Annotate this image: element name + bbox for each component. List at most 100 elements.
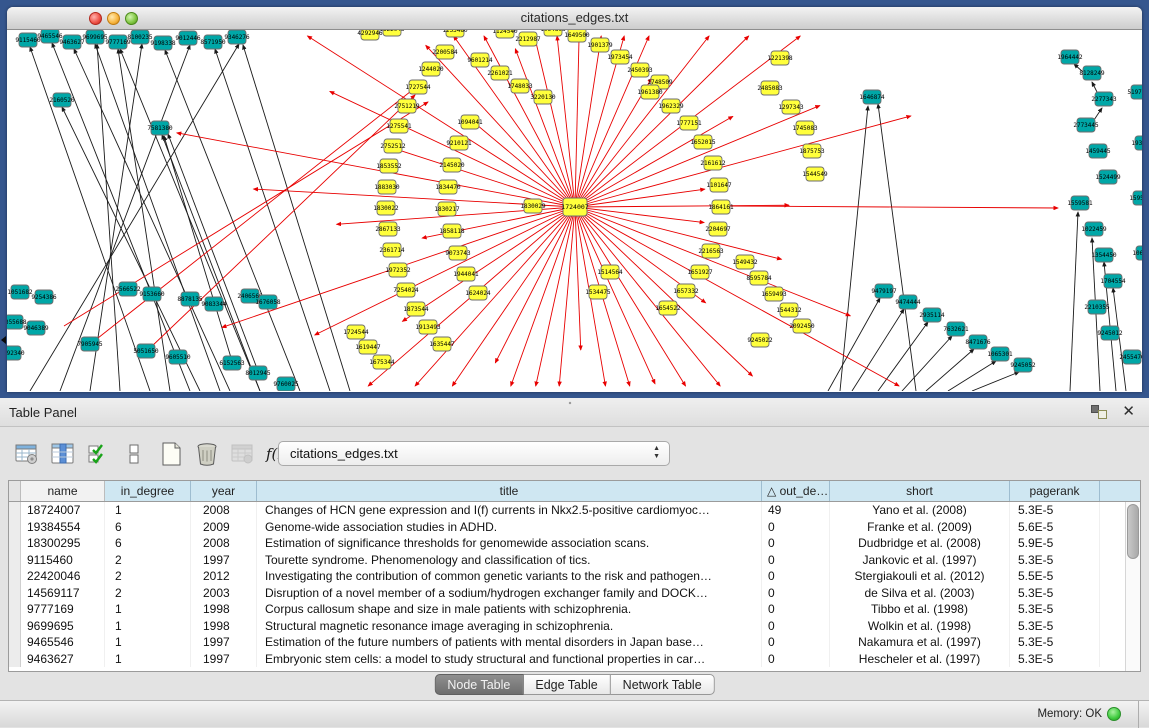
cell[interactable]: Franke et al. (2009) [830,519,1010,536]
cell[interactable]: 2003 [191,585,257,602]
graph-edge[interactable] [1070,212,1078,391]
cell[interactable]: 5.6E-5 [1010,519,1100,536]
graph-edge[interactable] [972,372,1019,391]
cell[interactable]: 1 [105,601,191,618]
cell[interactable]: 2009 [191,519,257,536]
graph-edge[interactable] [95,44,220,391]
float-window-icon[interactable] [1091,405,1107,419]
graph-edge[interactable] [828,298,880,391]
graph-edge[interactable] [575,36,579,207]
graph-edge[interactable] [534,36,575,207]
cell[interactable]: 9465546 [21,634,105,651]
cell[interactable]: de Silva et al. (2003) [830,585,1010,602]
graph-edge[interactable] [878,104,916,391]
network-window[interactable]: citations_edges.txt 91154609465546946362… [7,7,1142,392]
cell[interactable]: 0 [762,651,830,668]
cell[interactable]: Disruption of a novel member of a sodium… [257,585,762,602]
panel-collapse-arrow-icon[interactable] [1,336,6,344]
graph-edge[interactable] [52,43,190,391]
cell[interactable]: 2008 [191,535,257,552]
cell[interactable]: 1 [105,651,191,668]
modify-table-icon[interactable] [10,438,44,470]
row-height-icon[interactable] [118,438,152,470]
graph-edge[interactable] [484,36,575,207]
table-row[interactable]: 1872400712008Changes of HCN gene express… [9,502,1125,519]
graph-edge[interactable] [536,207,575,386]
cell[interactable]: 22420046 [21,568,105,585]
cell[interactable]: 5.3E-5 [1010,634,1100,651]
table-row[interactable]: 2242004622012Investigating the contribut… [9,568,1125,585]
cell[interactable]: Genome-wide association studies in ADHD. [257,519,762,536]
cell[interactable]: 2008 [191,502,257,519]
cell[interactable]: 0 [762,601,830,618]
column-header-year[interactable]: year [191,481,257,501]
column-header-out_de[interactable]: △ out_de… [762,481,830,501]
cell[interactable]: 2012 [191,568,257,585]
network-table-select[interactable]: citations_edges.txt ▲▼ [278,441,670,466]
cell[interactable]: Tourette syndrome. Phenomenology and cla… [257,552,762,569]
cell[interactable]: 5.3E-5 [1010,552,1100,569]
cell[interactable]: Corpus callosum shape and size in male p… [257,601,762,618]
graph-edge[interactable] [575,207,899,386]
new-table-icon[interactable] [154,438,188,470]
column-header-title[interactable]: title [257,481,762,501]
table-row[interactable]: 1938455462009Genome-wide association stu… [9,519,1125,536]
cell[interactable]: 2 [105,568,191,585]
table-row[interactable]: 911546021997Tourette syndrome. Phenomeno… [9,552,1125,569]
splitter-grip[interactable] [568,401,576,409]
graph-edge[interactable] [557,36,575,207]
column-header-pagerank[interactable]: pagerank [1010,481,1100,501]
cell[interactable]: 1998 [191,618,257,635]
graph-edge[interactable] [575,207,781,259]
delete-table-icon[interactable] [226,438,260,470]
delete-rows-icon[interactable] [190,438,224,470]
column-header-in_degree[interactable]: in_degree [105,481,191,501]
tab-node-table[interactable]: Node Table [434,674,523,695]
cell[interactable]: 1997 [191,651,257,668]
cell[interactable]: Estimation of the future numbers of pati… [257,634,762,651]
cell[interactable]: Jankovic et al. (1997) [830,552,1010,569]
table-row[interactable]: 1456911722003Disruption of a novel membe… [9,585,1125,602]
cell[interactable]: 6 [105,519,191,536]
network-window-titlebar[interactable]: citations_edges.txt [7,7,1142,30]
cell[interactable]: Stergiakouli et al. (2012) [830,568,1010,585]
cell[interactable]: Structural magnetic resonance image aver… [257,618,762,635]
vertical-scrollbar[interactable] [1125,502,1140,671]
table-row[interactable]: 946362711997Embryonic stem cells: a mode… [9,651,1125,668]
graph-edge[interactable] [164,136,232,361]
cell[interactable]: Estimation of significance thresholds fo… [257,535,762,552]
cell[interactable]: Investigating the contribution of common… [257,568,762,585]
cell[interactable]: 5.3E-5 [1010,585,1100,602]
scrollbar-thumb[interactable] [1127,504,1139,559]
cell[interactable]: 0 [762,535,830,552]
column-header-short[interactable]: short [830,481,1010,501]
cell[interactable]: 1997 [191,634,257,651]
graph-edge[interactable] [575,207,581,350]
cell[interactable]: 19384554 [21,519,105,536]
cell[interactable]: Tibbo et al. (1998) [830,601,1010,618]
cell[interactable]: 0 [762,585,830,602]
show-column-icon[interactable] [46,438,80,470]
graph-edge[interactable] [575,36,601,207]
cell[interactable]: 1 [105,634,191,651]
table-row[interactable]: 969969511998Structural magnetic resonanc… [9,618,1125,635]
cell[interactable]: Hescheler et al. (1997) [830,651,1010,668]
memory-status-icon[interactable] [1107,707,1121,721]
cell[interactable]: 1 [105,618,191,635]
table-row[interactable]: 977716911998Corpus callosum shape and si… [9,601,1125,618]
cell[interactable]: Dudbridge et al. (2008) [830,535,1010,552]
graph-edge[interactable] [120,49,260,391]
cell[interactable]: 5.3E-5 [1010,601,1100,618]
graph-edge[interactable] [97,44,120,391]
cell[interactable]: 18724007 [21,502,105,519]
cell[interactable]: Yano et al. (2008) [830,502,1010,519]
graph-edge[interactable] [878,322,928,391]
cell[interactable]: 6 [105,535,191,552]
cell[interactable]: 2 [105,585,191,602]
cell[interactable]: Changes of HCN gene expression and I(f) … [257,502,762,519]
cell[interactable]: 9777169 [21,601,105,618]
table-row[interactable]: 946554611997Estimation of the future num… [9,634,1125,651]
cell[interactable]: 9699695 [21,618,105,635]
graph-edge[interactable] [852,309,904,391]
cell[interactable]: Embryonic stem cells: a model to study s… [257,651,762,668]
